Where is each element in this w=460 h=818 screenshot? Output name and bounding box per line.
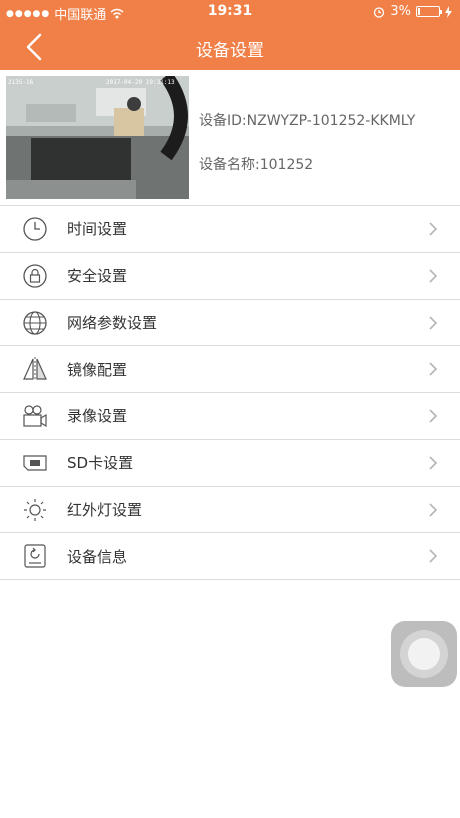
- device-info-icon: [24, 544, 46, 568]
- menu-item-label: SD卡设置: [67, 454, 134, 473]
- menu-item-label: 镜像配置: [67, 360, 128, 379]
- page-title: 设备设置: [196, 41, 264, 61]
- status-right: 3%: [373, 4, 452, 19]
- camera-snapshot: 2135-16 2017-04-20 19:31:13: [6, 76, 189, 199]
- menu-item-infrared-settings[interactable]: 红外灯设置: [0, 487, 460, 534]
- battery-percent: 3%: [390, 4, 411, 19]
- charging-icon: [445, 5, 452, 18]
- settings-menu: 时间设置 安全设置 网络参数设置 镜像配置 录像设置 SD卡设置 红外灯设置 设…: [0, 206, 460, 580]
- mirror-icon: [23, 357, 47, 382]
- menu-item-mirror-settings[interactable]: 镜像配置: [0, 346, 460, 393]
- battery-icon: [416, 6, 442, 17]
- sun-icon: [24, 498, 46, 521]
- nav-bar: 设备设置: [0, 24, 460, 70]
- menu-item-label: 安全设置: [67, 267, 128, 286]
- assistive-touch-button[interactable]: [391, 621, 457, 687]
- app-header: ●●●●● 中国联通 19:31 3% 设备设置: [0, 0, 460, 70]
- device-name: 设备名称:101252: [199, 157, 314, 173]
- device-id: 设备ID:NZWYZP-101252-KKMLY: [199, 113, 416, 129]
- menu-item-sd-card-settings[interactable]: SD卡设置: [0, 440, 460, 487]
- preview-overlay-left: 2135-16: [8, 79, 34, 86]
- lock-icon: [23, 264, 47, 288]
- preview-overlay-datetime: 2017-04-20 19:31:13: [106, 79, 175, 86]
- globe-icon: [23, 310, 47, 335]
- chevron-right-icon: [429, 269, 438, 283]
- chevron-right-icon: [429, 362, 438, 376]
- menu-item-label: 设备信息: [67, 547, 128, 566]
- menu-item-label: 时间设置: [67, 220, 128, 239]
- menu-item-security-settings[interactable]: 安全设置: [0, 253, 460, 300]
- status-bar: ●●●●● 中国联通 19:31 3%: [0, 0, 460, 24]
- chevron-right-icon: [429, 222, 438, 236]
- menu-item-device-info[interactable]: 设备信息: [0, 533, 460, 580]
- menu-item-label: 录像设置: [67, 407, 128, 426]
- sd-card-icon: [23, 455, 47, 471]
- menu-item-time-settings[interactable]: 时间设置: [0, 206, 460, 253]
- camera-preview[interactable]: 2135-16 2017-04-20 19:31:13: [6, 76, 189, 199]
- device-card: 2135-16 2017-04-20 19:31:13 设备ID:NZWYZP-…: [0, 70, 460, 206]
- chevron-right-icon: [429, 315, 438, 330]
- chevron-right-icon: [429, 409, 438, 423]
- clock-icon: [23, 217, 47, 241]
- chevron-right-icon: [429, 549, 438, 563]
- chevron-right-icon: [429, 456, 438, 470]
- menu-item-recording-settings[interactable]: 录像设置: [0, 393, 460, 440]
- video-camera-icon: [23, 405, 47, 428]
- alarm-icon: [374, 6, 385, 18]
- menu-item-label: 网络参数设置: [67, 313, 158, 332]
- menu-item-label: 红外灯设置: [67, 500, 143, 519]
- chevron-right-icon: [429, 502, 438, 517]
- menu-item-network-settings[interactable]: 网络参数设置: [0, 300, 460, 347]
